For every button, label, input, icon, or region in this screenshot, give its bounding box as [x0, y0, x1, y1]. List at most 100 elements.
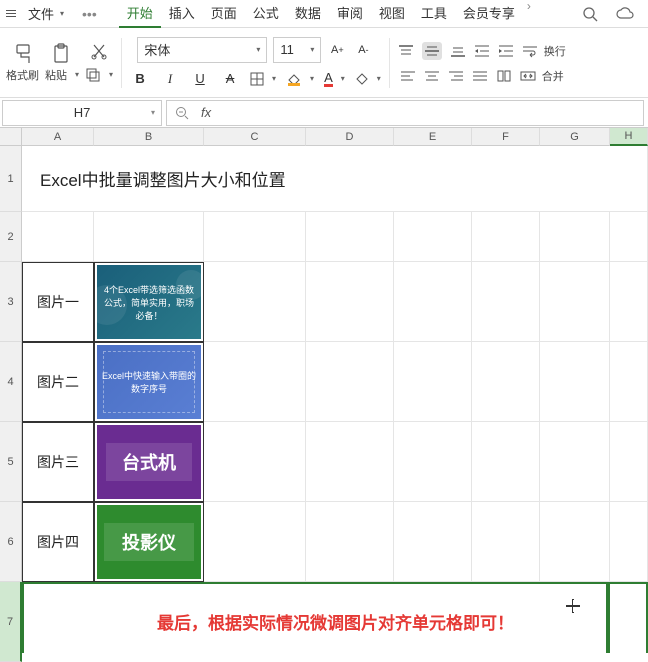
- cell[interactable]: [610, 212, 648, 262]
- strikethrough-button[interactable]: A: [220, 69, 240, 89]
- cell[interactable]: [540, 502, 610, 582]
- cell[interactable]: [306, 422, 394, 502]
- align-top-icon[interactable]: [398, 44, 414, 58]
- increase-font-icon[interactable]: A+: [327, 40, 347, 60]
- align-left-icon[interactable]: [400, 69, 416, 83]
- cell[interactable]: [394, 342, 472, 422]
- cell-final-note[interactable]: 最后，根据实际情况微调图片对齐单元格即可！: [22, 582, 610, 653]
- align-justify-icon[interactable]: [472, 69, 488, 83]
- select-all-corner[interactable]: [0, 128, 22, 146]
- col-header-e[interactable]: E: [394, 128, 472, 146]
- cell[interactable]: [472, 502, 540, 582]
- cell-label-4[interactable]: 图片四: [22, 502, 94, 582]
- fill-color-button[interactable]: ▾: [286, 72, 314, 86]
- font-color-button[interactable]: A▾: [324, 71, 345, 87]
- row-header-2[interactable]: 2: [0, 212, 22, 262]
- align-center-icon[interactable]: [424, 69, 440, 83]
- col-header-c[interactable]: C: [204, 128, 306, 146]
- formula-input[interactable]: fx: [166, 100, 644, 126]
- border-button[interactable]: ▾: [250, 72, 276, 86]
- cell[interactable]: [94, 212, 204, 262]
- bold-button[interactable]: B: [130, 69, 150, 89]
- row-header-3[interactable]: 3: [0, 262, 22, 342]
- font-size-select[interactable]: 11 ▾: [273, 37, 321, 63]
- col-header-b[interactable]: B: [94, 128, 204, 146]
- cell[interactable]: [472, 212, 540, 262]
- search-icon[interactable]: [582, 6, 598, 22]
- file-menu[interactable]: 文件 ▾: [24, 2, 68, 25]
- wrap-text-button[interactable]: 换行: [522, 43, 566, 59]
- tab-tools[interactable]: 工具: [413, 0, 455, 28]
- orientation-icon[interactable]: [496, 69, 512, 83]
- tab-formula[interactable]: 公式: [245, 0, 287, 28]
- col-header-d[interactable]: D: [306, 128, 394, 146]
- thumbnail-1[interactable]: 4个Excel带选筛选函数公式，简单实用，职场必备！: [97, 265, 201, 339]
- cell-image-1[interactable]: 4个Excel带选筛选函数公式，简单实用，职场必备！: [94, 262, 204, 342]
- paste-group[interactable]: 粘贴▾: [45, 43, 79, 83]
- cell[interactable]: [22, 212, 94, 262]
- tab-view[interactable]: 视图: [371, 0, 413, 28]
- underline-button[interactable]: U: [190, 69, 210, 89]
- more-icon[interactable]: •••: [74, 6, 105, 22]
- italic-button[interactable]: I: [160, 69, 180, 89]
- cell[interactable]: [472, 342, 540, 422]
- tab-start[interactable]: 开始: [119, 0, 161, 28]
- tab-data[interactable]: 数据: [287, 0, 329, 28]
- hamburger-icon[interactable]: [4, 8, 18, 19]
- tab-insert[interactable]: 插入: [161, 0, 203, 28]
- cell[interactable]: [610, 262, 648, 342]
- decrease-indent-icon[interactable]: [474, 44, 490, 58]
- zoom-out-icon[interactable]: [175, 106, 189, 120]
- cell-label-2[interactable]: 图片二: [22, 342, 94, 422]
- cell[interactable]: [394, 262, 472, 342]
- cell[interactable]: [306, 502, 394, 582]
- fx-icon[interactable]: fx: [201, 105, 211, 120]
- tab-page[interactable]: 页面: [203, 0, 245, 28]
- align-right-icon[interactable]: [448, 69, 464, 83]
- row-header-1[interactable]: 1: [0, 146, 22, 212]
- copy-button[interactable]: ▾: [85, 67, 113, 83]
- cell[interactable]: [306, 342, 394, 422]
- cell[interactable]: [540, 262, 610, 342]
- cell[interactable]: [472, 262, 540, 342]
- cell-image-4[interactable]: 投影仪: [94, 502, 204, 582]
- cell[interactable]: [204, 502, 306, 582]
- cell-image-2[interactable]: Excel中快速输入带圈的数字序号: [94, 342, 204, 422]
- col-header-g[interactable]: G: [540, 128, 610, 146]
- cell[interactable]: [394, 212, 472, 262]
- tab-member[interactable]: 会员专享: [455, 0, 523, 28]
- thumbnail-4[interactable]: 投影仪: [97, 505, 201, 579]
- cell[interactable]: [306, 212, 394, 262]
- row-header-6[interactable]: 6: [0, 502, 22, 582]
- cell[interactable]: [540, 422, 610, 502]
- cell-image-3[interactable]: 台式机: [94, 422, 204, 502]
- cell[interactable]: [204, 212, 306, 262]
- cell-label-1[interactable]: 图片一: [22, 262, 94, 342]
- decrease-font-icon[interactable]: A-: [353, 40, 373, 60]
- cloud-sync-icon[interactable]: [616, 7, 634, 21]
- cell[interactable]: [204, 262, 306, 342]
- cell-label-3[interactable]: 图片三: [22, 422, 94, 502]
- tabs-scroll-right-icon[interactable]: ›: [523, 0, 535, 28]
- row-header-7[interactable]: 7: [0, 582, 22, 662]
- format-painter-group[interactable]: 格式刷: [6, 43, 39, 83]
- cut-icon[interactable]: [90, 43, 108, 61]
- cell[interactable]: [610, 502, 648, 582]
- align-bottom-icon[interactable]: [450, 44, 466, 58]
- cell[interactable]: [204, 422, 306, 502]
- col-header-a[interactable]: A: [22, 128, 94, 146]
- cell[interactable]: [540, 212, 610, 262]
- align-middle-button[interactable]: [422, 42, 442, 60]
- highlight-button[interactable]: ▾: [355, 72, 381, 86]
- thumbnail-2[interactable]: Excel中快速输入带圈的数字序号: [97, 345, 201, 419]
- font-name-select[interactable]: 宋体 ▾: [137, 37, 267, 63]
- col-header-f[interactable]: F: [472, 128, 540, 146]
- row-header-5[interactable]: 5: [0, 422, 22, 502]
- cell-reference-input[interactable]: H7 ▾: [2, 100, 162, 126]
- thumbnail-3[interactable]: 台式机: [97, 425, 201, 499]
- cell[interactable]: [394, 422, 472, 502]
- cell[interactable]: [610, 582, 648, 653]
- cell[interactable]: [472, 422, 540, 502]
- cell[interactable]: [204, 342, 306, 422]
- cell-title[interactable]: Excel中批量调整图片大小和位置: [22, 146, 648, 212]
